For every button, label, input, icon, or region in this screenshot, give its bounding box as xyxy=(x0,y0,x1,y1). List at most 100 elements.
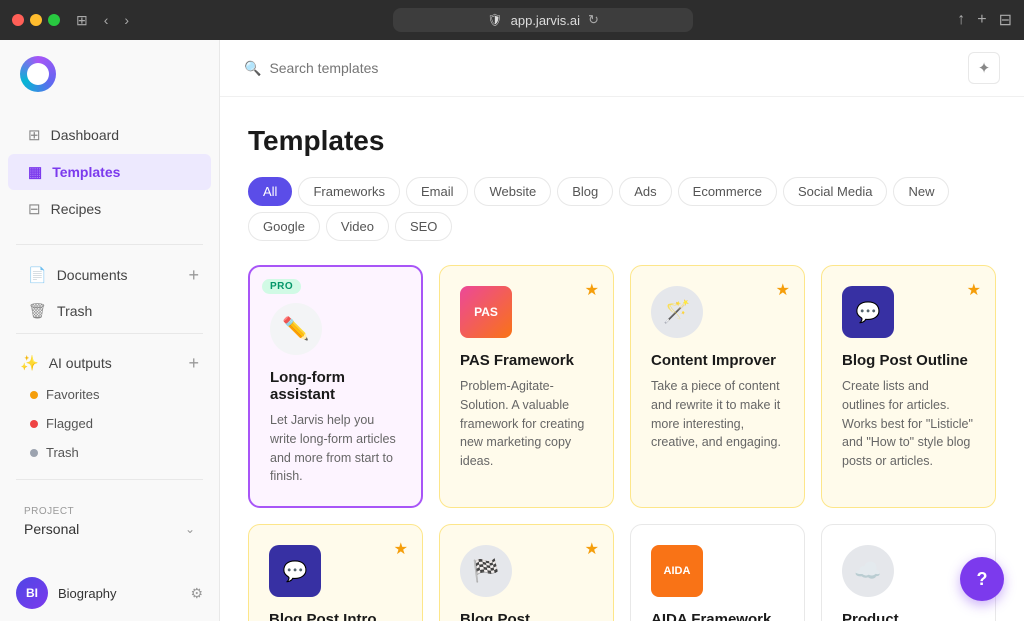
maximize-button[interactable] xyxy=(48,14,60,26)
ai-outputs-sub: Favorites Flagged Trash xyxy=(0,376,219,471)
user-profile[interactable]: BI Biography ⚙ xyxy=(0,565,219,621)
filter-ads[interactable]: Ads xyxy=(619,177,671,206)
share-icon[interactable]: ↑ xyxy=(957,11,965,29)
sidebar-item-flagged[interactable]: Flagged xyxy=(0,409,219,438)
templates-icon: ▦ xyxy=(28,163,42,181)
sidebar-item-trash[interactable]: 🗑 Trash xyxy=(28,302,92,320)
pas-icon: PAS xyxy=(460,286,512,338)
filter-website[interactable]: Website xyxy=(474,177,551,206)
search-input[interactable] xyxy=(269,60,968,76)
dashboard-icon: ⊞ xyxy=(28,126,41,144)
trash-section: 🗑 Trash xyxy=(0,293,219,325)
sidebar-item-favorites[interactable]: Favorites xyxy=(0,380,219,409)
cloud-icon: ☁️ xyxy=(842,545,894,597)
tabs-icon[interactable]: ⊟ xyxy=(999,10,1012,30)
sidebar: ⊞ Dashboard ▦ Templates ⊟ Recipes 📄 Docu… xyxy=(0,40,220,621)
minimize-button[interactable] xyxy=(30,14,42,26)
chat-bubble-2-icon: 💬 xyxy=(269,545,321,597)
gear-icon[interactable]: ⚙ xyxy=(190,585,203,602)
sidebar-item-templates[interactable]: ▦ Templates xyxy=(8,154,211,190)
card-desc: Create lists and outlines for articles. … xyxy=(842,377,975,471)
chevron-icon: ⌄ xyxy=(185,522,195,536)
favorites-label: Favorites xyxy=(46,387,99,402)
template-card-aida[interactable]: AIDA AIDA Framework Use the oldest marke… xyxy=(630,524,805,621)
app-logo xyxy=(0,40,219,108)
sidebar-item-label: Recipes xyxy=(51,201,102,217)
project-name: Personal xyxy=(24,521,79,537)
sidebar-item-recipes[interactable]: ⊟ Recipes xyxy=(8,191,211,227)
aida-icon: AIDA xyxy=(651,545,703,597)
filter-video[interactable]: Video xyxy=(326,212,389,241)
template-card-blog-intro[interactable]: ★ 💬 Blog Post Intro Paragraph Start your… xyxy=(248,524,423,621)
star-icon: ★ xyxy=(967,280,981,300)
logo-icon xyxy=(20,56,56,92)
trash-icon: 🗑 xyxy=(28,302,47,320)
filter-seo[interactable]: SEO xyxy=(395,212,452,241)
project-label: PROJECT xyxy=(24,506,195,517)
chat-bubble-icon: 💬 xyxy=(842,286,894,338)
back-icon[interactable]: ‹ xyxy=(104,12,109,29)
card-title: PAS Framework xyxy=(460,352,593,369)
user-avatar: BI xyxy=(16,577,48,609)
recipes-icon: ⊟ xyxy=(28,200,41,218)
trash-label: Trash xyxy=(57,303,92,319)
star-icon: ★ xyxy=(394,539,408,559)
add-document-button[interactable]: + xyxy=(188,266,199,284)
filter-all[interactable]: All xyxy=(248,177,292,206)
reload-icon[interactable]: ↻ xyxy=(588,12,599,28)
search-icon: 🔍 xyxy=(244,60,261,77)
main-content: 🔍 ✦ Templates All Frameworks Email Websi… xyxy=(220,40,1024,621)
flagged-label: Flagged xyxy=(46,416,93,431)
ai-outputs-icon: ✨ xyxy=(20,354,39,372)
address-bar[interactable]: 🛡 app.jarvis.ai ↻ xyxy=(393,8,693,32)
user-name: Biography xyxy=(58,586,180,601)
card-title: Content Improver xyxy=(651,352,784,369)
card-title: Blog Post Outline xyxy=(842,352,975,369)
filter-new[interactable]: New xyxy=(893,177,949,206)
url-text: app.jarvis.ai xyxy=(511,13,580,28)
title-bar-right: ↑ + ⊟ xyxy=(957,10,1012,30)
template-card-content-improver[interactable]: ★ 🪄 Content Improver Take a piece of con… xyxy=(630,265,805,508)
sidebar-item-documents[interactable]: 📄 Documents xyxy=(28,266,128,284)
template-card-pas[interactable]: ★ PAS PAS Framework Problem-Agitate-Solu… xyxy=(439,265,614,508)
sidebar-item-label: Templates xyxy=(52,164,120,180)
checkerboard-icon: 🏁 xyxy=(460,545,512,597)
template-card-long-form[interactable]: PRO ✏️ Long-form assistant Let Jarvis he… xyxy=(248,265,423,508)
help-button[interactable]: ? xyxy=(960,557,1004,601)
template-card-blog-conclusion[interactable]: ★ 🏁 Blog Post Conclusion Paragraph Wrap … xyxy=(439,524,614,621)
card-title: Long-form assistant xyxy=(270,369,401,403)
search-wrap: 🔍 xyxy=(244,60,968,77)
card-desc: Problem-Agitate-Solution. A valuable fra… xyxy=(460,377,593,471)
flagged-dot xyxy=(30,420,38,428)
project-select[interactable]: Personal ⌄ xyxy=(24,521,195,537)
new-tab-icon[interactable]: + xyxy=(977,11,986,29)
project-selector[interactable]: PROJECT Personal ⌄ xyxy=(12,496,207,547)
sidebar-item-ai-outputs[interactable]: ✨ AI outputs xyxy=(20,354,112,372)
app-container: ⊞ Dashboard ▦ Templates ⊟ Recipes 📄 Docu… xyxy=(0,40,1024,621)
trash-dot xyxy=(30,449,38,457)
sidebar-item-dashboard[interactable]: ⊞ Dashboard xyxy=(8,117,211,153)
divider-3 xyxy=(16,479,203,480)
divider xyxy=(16,244,203,245)
card-desc: Take a piece of content and rewrite it t… xyxy=(651,377,784,452)
filter-ecommerce[interactable]: Ecommerce xyxy=(678,177,777,206)
favorites-dot xyxy=(30,391,38,399)
sidebar-toggle-icon[interactable]: ⊞ xyxy=(76,12,88,29)
sidebar-item-trash-sub[interactable]: Trash xyxy=(0,438,219,467)
filter-frameworks[interactable]: Frameworks xyxy=(298,177,400,206)
theme-toggle-button[interactable]: ✦ xyxy=(968,52,1000,84)
filter-blog[interactable]: Blog xyxy=(557,177,613,206)
documents-section: 📄 Documents + xyxy=(0,257,219,289)
filter-google[interactable]: Google xyxy=(248,212,320,241)
card-title: Blog Post Conclusion Paragraph xyxy=(460,611,593,621)
close-button[interactable] xyxy=(12,14,24,26)
template-card-blog-outline[interactable]: ★ 💬 Blog Post Outline Create lists and o… xyxy=(821,265,996,508)
address-bar-area: 🛡 app.jarvis.ai ↻ xyxy=(129,8,957,32)
add-ai-output-button[interactable]: + xyxy=(188,354,199,372)
sidebar-nav: ⊞ Dashboard ▦ Templates ⊟ Recipes xyxy=(0,108,219,236)
title-bar: ⊞ ‹ › 🛡 app.jarvis.ai ↻ ↑ + ⊟ xyxy=(0,0,1024,40)
card-icon-wrap: ✏️ xyxy=(270,303,322,355)
filter-social-media[interactable]: Social Media xyxy=(783,177,887,206)
filter-email[interactable]: Email xyxy=(406,177,469,206)
window-controls xyxy=(12,14,60,26)
